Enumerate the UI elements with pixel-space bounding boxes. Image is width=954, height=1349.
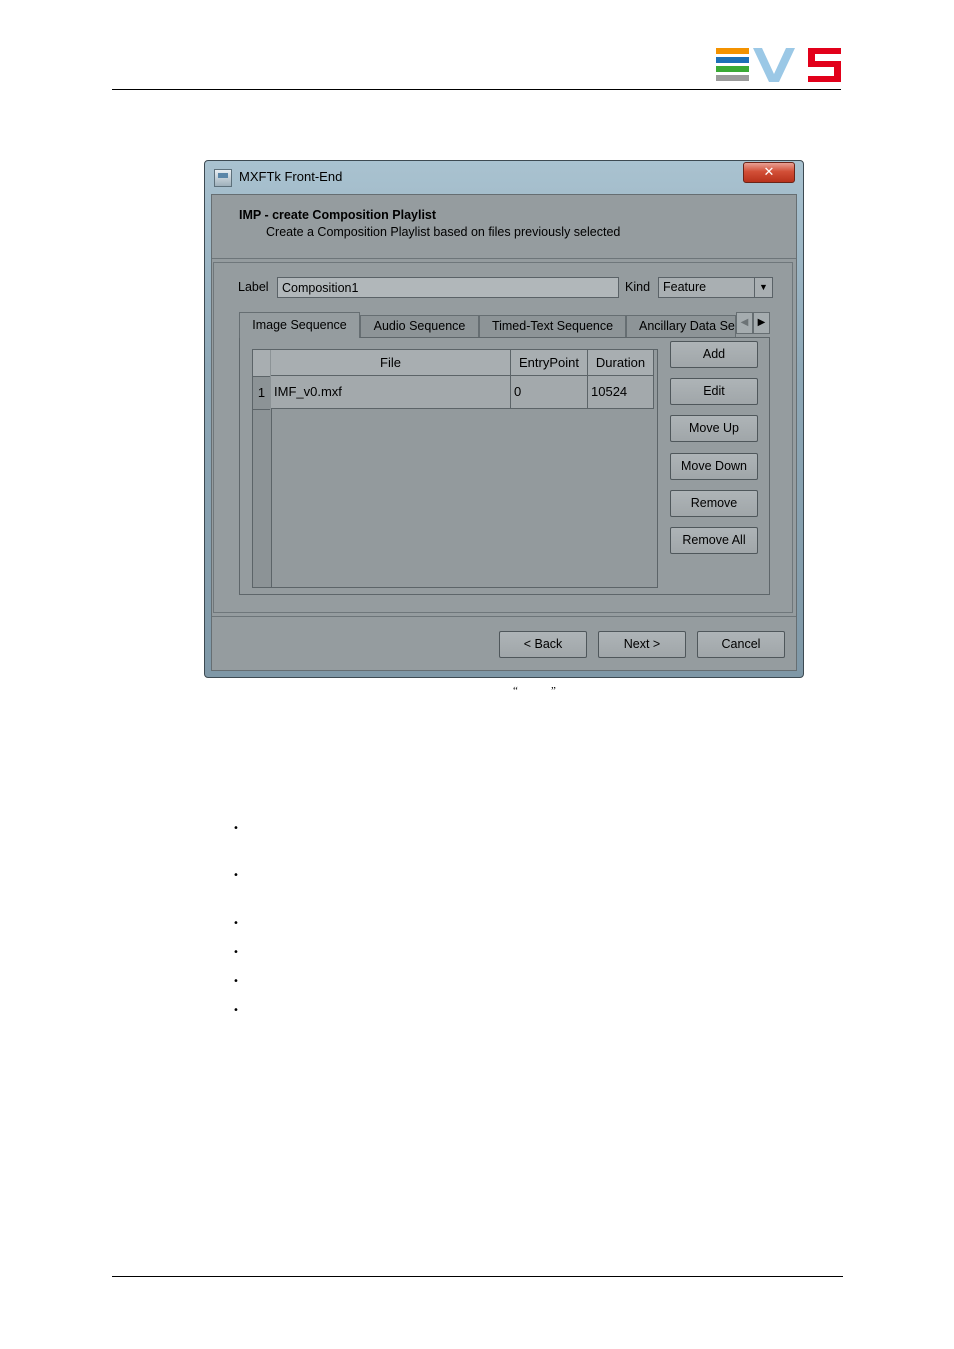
kind-select-value: Feature xyxy=(663,280,707,294)
bullet-1: • xyxy=(233,823,239,834)
caption-close-quote: ” xyxy=(551,685,556,697)
wizard-client: IMP - create Composition Playlist Create… xyxy=(211,194,797,671)
remove-button[interactable]: Remove xyxy=(670,490,758,517)
row-number[interactable]: 1 xyxy=(253,376,270,410)
tab-image-sequence[interactable]: Image Sequence xyxy=(239,312,360,338)
kind-select[interactable]: Feature ▼ xyxy=(658,277,773,298)
bullet-3: • xyxy=(233,918,239,929)
tab-ancillary-data-sequence[interactable]: Ancillary Data Se xyxy=(626,315,736,337)
wizard-title: IMP - create Composition Playlist xyxy=(239,208,437,222)
mxftk-window: MXFTk Front-End ✕ IMP - create Compositi… xyxy=(204,160,804,678)
bullet-4: • xyxy=(233,947,239,958)
column-header-file[interactable]: File xyxy=(271,350,511,376)
caption-open-quote: “ xyxy=(513,685,518,697)
image-sequence-panel: File EntryPoint Duration 1 IMF_v0.mxf 0 … xyxy=(239,337,770,595)
cell-file[interactable]: IMF_v0.mxf xyxy=(271,376,511,409)
next-button[interactable]: Next > xyxy=(598,631,686,658)
cancel-button[interactable]: Cancel xyxy=(697,631,785,658)
kind-caption: Kind xyxy=(625,280,651,294)
back-button[interactable]: < Back xyxy=(499,631,587,658)
cell-entrypoint[interactable]: 0 xyxy=(511,376,588,409)
evs-logo xyxy=(716,48,841,82)
header-rule xyxy=(112,89,841,90)
tab-timed-text-sequence[interactable]: Timed-Text Sequence xyxy=(479,315,626,337)
move-down-button[interactable]: Move Down xyxy=(670,453,758,480)
bullet-5: • xyxy=(233,976,239,987)
window-title: MXFTk Front-End xyxy=(239,169,343,184)
cell-duration[interactable]: 10524 xyxy=(588,376,654,409)
file-table[interactable]: File EntryPoint Duration 1 IMF_v0.mxf 0 … xyxy=(252,349,658,588)
tab-scroll-left-icon[interactable]: ◀ xyxy=(736,312,753,334)
close-button[interactable]: ✕ xyxy=(743,162,795,183)
remove-all-button[interactable]: Remove All xyxy=(670,527,758,554)
label-caption: Label xyxy=(238,280,269,294)
label-input[interactable]: Composition1 xyxy=(277,277,619,298)
title-bar[interactable]: MXFTk Front-End ✕ xyxy=(205,161,803,195)
app-icon xyxy=(214,169,232,187)
footer-divider xyxy=(212,616,796,617)
bullet-6: • xyxy=(233,1005,239,1016)
add-button[interactable]: Add xyxy=(670,341,758,368)
move-up-button[interactable]: Move Up xyxy=(670,415,758,442)
table-corner[interactable] xyxy=(253,350,270,377)
tab-audio-sequence[interactable]: Audio Sequence xyxy=(360,315,479,337)
wizard-header: IMP - create Composition Playlist Create… xyxy=(212,195,796,259)
column-header-entrypoint[interactable]: EntryPoint xyxy=(511,350,588,376)
bullet-2: • xyxy=(233,870,239,881)
footer-rule xyxy=(112,1276,843,1277)
wizard-body: Label Composition1 Kind Feature ▼ Image … xyxy=(213,262,793,613)
column-header-duration[interactable]: Duration xyxy=(588,350,654,376)
wizard-subtitle: Create a Composition Playlist based on f… xyxy=(266,225,621,239)
edit-button[interactable]: Edit xyxy=(670,378,758,405)
chevron-down-icon[interactable]: ▼ xyxy=(754,278,772,297)
tab-scroll-right-icon[interactable]: ▶ xyxy=(753,312,770,334)
